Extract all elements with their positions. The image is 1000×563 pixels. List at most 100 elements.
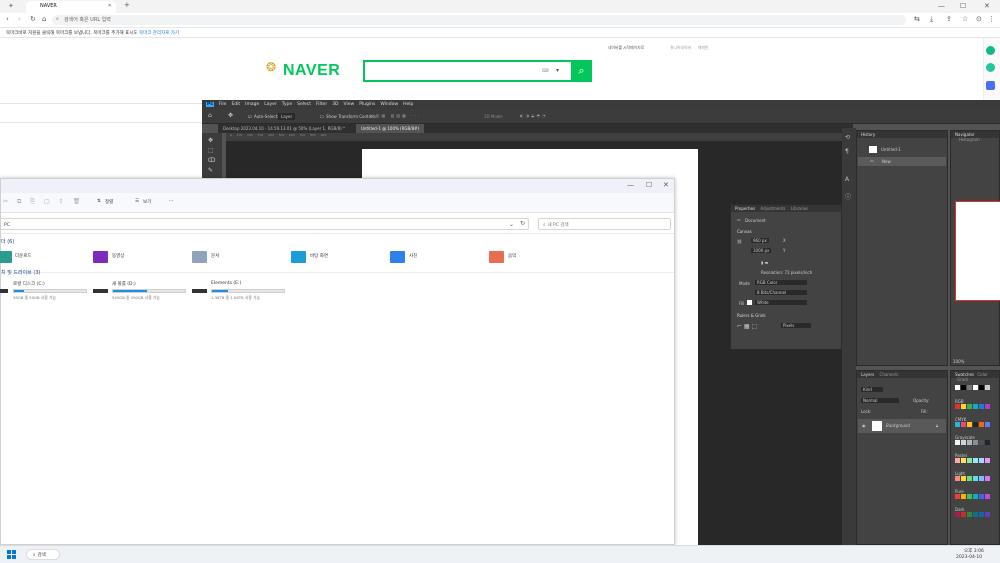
3d-mode-icons[interactable]: ◐◑◒◓◔ — [520, 113, 547, 118]
refresh-icon[interactable]: ↻ — [520, 220, 525, 227]
window-maximize-button[interactable]: ☐ — [960, 3, 966, 10]
sort-button[interactable]: 정렬 — [105, 199, 113, 205]
canvas-height-field[interactable]: 1000 px — [751, 248, 772, 253]
canvas-header[interactable]: Canvas — [737, 229, 752, 234]
orientation-icons[interactable]: ▮ ▬ — [761, 260, 768, 265]
channels-tab[interactable]: Channels — [880, 372, 899, 377]
new-tab-button[interactable]: + — [124, 2, 130, 9]
section-folders-header[interactable]: 더 (6) — [1, 238, 14, 245]
gradients-tab[interactable]: Gradi — [957, 377, 968, 382]
naver-logo[interactable]: NAVER — [283, 62, 340, 80]
history-state-row[interactable]: ▭ New — [858, 157, 946, 166]
home-icon[interactable]: ⌂ — [208, 112, 212, 119]
start-button[interactable] — [7, 550, 16, 559]
command-icons[interactable]: ✂⧉⎘▢⇪🗑︎ — [3, 198, 89, 206]
address-bar[interactable]: PC ⌄ ↻ — [0, 218, 529, 230]
ps-menu-edit[interactable]: Edit — [231, 102, 240, 107]
dropdown-arrow-icon[interactable]: ▾ — [556, 67, 559, 74]
navigator-zoom[interactable]: 100% — [953, 359, 964, 364]
align-icons[interactable]: ▤▥▦ ▧▨▩ ··· — [370, 113, 421, 118]
character-panel-icon[interactable]: A — [845, 176, 849, 183]
move-tool-icon[interactable]: ✥ — [228, 112, 233, 119]
drive-item-e[interactable]: Elements (E:) 1.36TB 중 1.06TB 사용 가능 — [192, 281, 286, 301]
lasso-tool-icon[interactable]: ↀ — [208, 157, 215, 164]
layer-name[interactable]: Background — [886, 423, 910, 428]
side-app-icon[interactable] — [986, 81, 995, 90]
chevron-down-icon[interactable]: ⌄ — [509, 221, 514, 228]
ps-menu-3d[interactable]: 3D — [332, 102, 338, 107]
ps-menu-filter[interactable]: Filter — [316, 102, 327, 107]
ps-menu-view[interactable]: View — [344, 102, 355, 107]
paragraph-panel-icon[interactable]: ¶ — [845, 148, 849, 155]
doc-tab-untitled[interactable]: Untitled-1 @ 100% (RGB/8#) — [356, 124, 425, 133]
profile-icon[interactable]: ⊙ — [976, 16, 982, 23]
swatch-group-grayscale[interactable]: Grayscale — [955, 435, 991, 446]
move-tool-icon[interactable]: ✥ — [208, 137, 213, 144]
info-panel-icon[interactable]: ⓘ — [845, 192, 851, 201]
reload-icon[interactable]: ↻ — [30, 16, 36, 23]
swatch-group-dark[interactable]: Dark — [955, 507, 991, 518]
naver-toplink-happybean[interactable]: 해피빈 — [698, 45, 708, 51]
tab-close-icon[interactable]: ✕ — [108, 3, 112, 9]
window-minimize-button[interactable]: — — [627, 182, 634, 189]
history-snapshot[interactable]: Untitled-1 — [881, 147, 901, 152]
swatch-group-light[interactable]: Light — [955, 471, 991, 482]
fill-color-swatch[interactable] — [747, 300, 752, 305]
marquee-tool-icon[interactable]: ⬚ — [208, 147, 214, 154]
bit-depth-dropdown[interactable]: 8 Bits/Channel — [755, 290, 807, 295]
taskbar-date[interactable]: 2023-04-10 — [956, 555, 982, 560]
download-icon[interactable]: ⤓ — [930, 16, 933, 23]
home-icon[interactable]: ⌂ — [42, 16, 46, 23]
swatch-row[interactable] — [955, 385, 991, 391]
side-app-icon[interactable] — [986, 63, 995, 72]
swatch-group-pastel[interactable]: Pastel — [955, 453, 991, 464]
more-button[interactable]: ··· — [169, 199, 173, 204]
layer-dropdown[interactable]: Layer — [278, 113, 296, 120]
window-minimize-button[interactable]: — — [938, 3, 945, 10]
naver-toplink-junior[interactable]: 쥬니어네이버 — [670, 45, 691, 51]
auto-select-checkbox[interactable]: ☑ — [248, 114, 252, 119]
visibility-icon[interactable]: ◉ — [862, 423, 866, 428]
rulers-grids-header[interactable]: Rulers & Grids — [737, 313, 766, 318]
view-button[interactable]: 보기 — [143, 199, 151, 205]
transform-checkbox[interactable]: ☐ — [320, 114, 324, 119]
ps-menu-layer[interactable]: Layer — [264, 102, 277, 107]
ps-menu-window[interactable]: Window — [380, 102, 398, 107]
fill-dropdown[interactable]: White — [755, 300, 807, 305]
color-mode-dropdown[interactable]: RGB Color — [755, 280, 807, 285]
address-bar[interactable]: ⌕ 검색어 혹은 URL 입력 — [52, 15, 906, 25]
taskbar-time[interactable]: 오후 3:06 — [964, 548, 984, 554]
window-close-button[interactable]: ✕ — [663, 182, 669, 189]
ps-menu-file[interactable]: File — [219, 102, 227, 107]
swatch-group-cmyk[interactable]: CMYK — [955, 417, 991, 428]
side-app-icon[interactable] — [986, 46, 995, 55]
naver-search-button[interactable]: ⌕ — [571, 60, 592, 82]
bookmark-icon[interactable]: ☆ — [962, 16, 968, 23]
libraries-tab[interactable]: Libraries — [791, 206, 808, 211]
layer-row[interactable]: ◉ Background 🔒︎ — [858, 419, 946, 433]
drive-item-d[interactable]: 새 볼륨 (D:) 545GB 중 290GB 사용 가능 — [93, 281, 187, 301]
properties-tab[interactable]: Properties — [735, 206, 755, 211]
canvas-width-field[interactable]: 960 px — [751, 238, 769, 243]
ps-menu-select[interactable]: Select — [297, 102, 311, 107]
ps-menu-type[interactable]: Type — [282, 102, 292, 107]
keyboard-icon[interactable]: ⌨ — [542, 68, 549, 74]
menu-icon[interactable]: ⋮ — [988, 16, 995, 23]
window-maximize-button[interactable]: ☐ — [646, 182, 652, 189]
history-panel-title[interactable]: History — [857, 131, 947, 138]
layer-filter-dropdown[interactable]: Kind — [861, 387, 883, 392]
brush-tool-icon[interactable]: ✎ — [208, 167, 213, 174]
ps-menu-image[interactable]: Image — [245, 102, 259, 107]
link-icon[interactable]: ⛓ — [737, 239, 742, 244]
doc-tab-desktop[interactable]: Desktop 2023.04.10 - 14.59.13.01 @ 50% (… — [218, 124, 350, 133]
window-close-button[interactable]: ✕ — [984, 3, 990, 10]
naver-toplink-startpage[interactable]: 네이버를 시작페이지로 — [608, 45, 644, 51]
search-input[interactable]: ⌕ 내 PC 검색 — [538, 218, 671, 230]
section-drives-header[interactable]: 치 및 드라이브 (3) — [1, 269, 40, 276]
history-panel-icon[interactable]: ⟲ — [845, 134, 850, 141]
ps-menu-plugins[interactable]: Plugins — [359, 102, 375, 107]
adjustments-tab[interactable]: Adjustments — [761, 206, 786, 211]
histogram-tab[interactable]: Histogram — [959, 137, 980, 142]
infobar-link[interactable]: 북마크 관리자로 가기 — [139, 31, 179, 36]
share-icon[interactable]: ⇪ — [946, 16, 952, 23]
